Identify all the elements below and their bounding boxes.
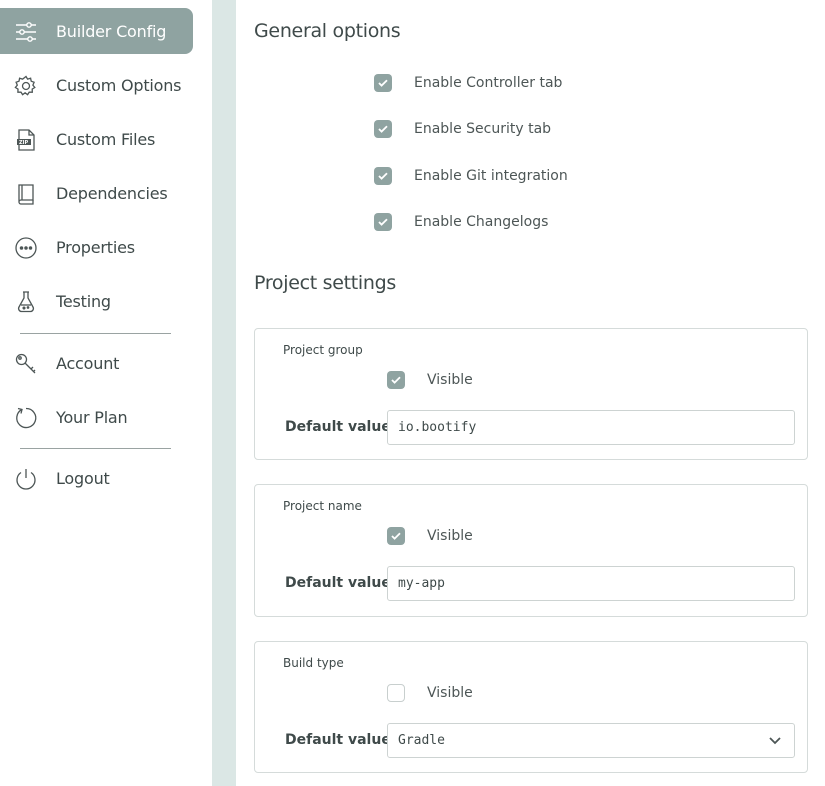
select-value: Gradle — [398, 733, 445, 748]
key-icon — [13, 351, 39, 377]
main-content: General options Enable Controller tab En… — [236, 0, 825, 786]
power-icon — [13, 466, 39, 492]
sidebar-item-your-plan[interactable]: Your Plan — [0, 394, 193, 440]
option-label: Enable Security tab — [414, 121, 552, 137]
card-title: Project group — [283, 343, 363, 357]
sliders-icon — [13, 19, 39, 45]
option-enable-controller-tab[interactable]: Enable Controller tab — [374, 71, 562, 95]
sidebar-item-label: Testing — [56, 291, 111, 311]
checkmark-icon — [391, 532, 401, 540]
sidebar-item-account[interactable]: Account — [0, 340, 193, 386]
book-icon — [13, 181, 39, 207]
option-enable-security-tab[interactable]: Enable Security tab — [374, 117, 551, 141]
sidebar-item-label: Dependencies — [56, 183, 168, 203]
card-title: Build type — [283, 656, 344, 670]
sidebar-item-label: Your Plan — [56, 407, 128, 427]
default-value-label: Default value — [285, 732, 391, 748]
visible-label: Visible — [427, 372, 473, 388]
sidebar-divider — [20, 333, 171, 334]
sidebar-item-label: Custom Options — [56, 75, 182, 95]
option-label: Enable Changelogs — [414, 214, 549, 230]
general-options-title: General options — [254, 20, 401, 42]
visible-label: Visible — [427, 528, 473, 544]
checkbox[interactable] — [374, 213, 392, 231]
checkbox[interactable] — [387, 527, 405, 545]
project-group-input[interactable]: io.bootify — [387, 410, 795, 445]
option-enable-changelogs[interactable]: Enable Changelogs — [374, 210, 548, 234]
visible-toggle[interactable]: Visible — [387, 684, 473, 702]
card-title: Project name — [283, 499, 362, 513]
option-label: Enable Git integration — [414, 168, 568, 184]
sidebar-divider — [20, 448, 171, 449]
visible-toggle[interactable]: Visible — [387, 371, 473, 389]
sidebar: Builder Config Custom Options ZIP Custom… — [0, 0, 212, 786]
build-type-card: Build type Visible Default value Gradle — [254, 641, 808, 773]
project-settings-title: Project settings — [254, 272, 397, 294]
checkbox[interactable] — [387, 371, 405, 389]
sidebar-item-properties[interactable]: Properties — [0, 224, 193, 270]
checkmark-icon — [378, 218, 388, 226]
sidebar-item-testing[interactable]: Testing — [0, 278, 193, 324]
sidebar-item-builder-config[interactable]: Builder Config — [0, 8, 193, 54]
sidebar-item-label: Logout — [56, 468, 110, 488]
svg-text:ZIP: ZIP — [19, 140, 28, 146]
sidebar-item-label: Account — [56, 353, 120, 373]
checkmark-icon — [378, 172, 388, 180]
visible-toggle[interactable]: Visible — [387, 527, 473, 545]
option-label: Enable Controller tab — [414, 75, 563, 91]
checkmark-icon — [378, 79, 388, 87]
refresh-icon — [13, 405, 39, 431]
project-name-input[interactable]: my-app — [387, 566, 795, 601]
sidebar-rail — [212, 0, 236, 786]
default-value-label: Default value — [285, 419, 391, 435]
checkbox[interactable] — [374, 74, 392, 92]
sidebar-item-custom-files[interactable]: ZIP Custom Files — [0, 116, 193, 162]
checkbox[interactable] — [374, 167, 392, 185]
sidebar-item-custom-options[interactable]: Custom Options — [0, 62, 193, 108]
checkbox[interactable] — [387, 684, 405, 702]
sidebar-item-logout[interactable]: Logout — [0, 455, 193, 501]
flask-icon — [13, 289, 39, 315]
build-type-select[interactable]: Gradle — [387, 723, 795, 758]
checkmark-icon — [391, 376, 401, 384]
gear-icon — [13, 73, 39, 99]
option-enable-git-integration[interactable]: Enable Git integration — [374, 164, 568, 188]
checkmark-icon — [378, 125, 388, 133]
dots-circle-icon — [13, 235, 39, 261]
visible-label: Visible — [427, 685, 473, 701]
project-group-card: Project group Visible Default value io.b… — [254, 328, 808, 460]
checkbox[interactable] — [374, 120, 392, 138]
default-value-label: Default value — [285, 575, 391, 591]
sidebar-item-label: Builder Config — [56, 21, 167, 41]
sidebar-item-dependencies[interactable]: Dependencies — [0, 170, 193, 216]
zip-file-icon: ZIP — [13, 127, 39, 153]
chevron-down-icon — [768, 733, 782, 751]
project-name-card: Project name Visible Default value my-ap… — [254, 484, 808, 617]
sidebar-item-label: Custom Files — [56, 129, 156, 149]
sidebar-item-label: Properties — [56, 237, 135, 257]
